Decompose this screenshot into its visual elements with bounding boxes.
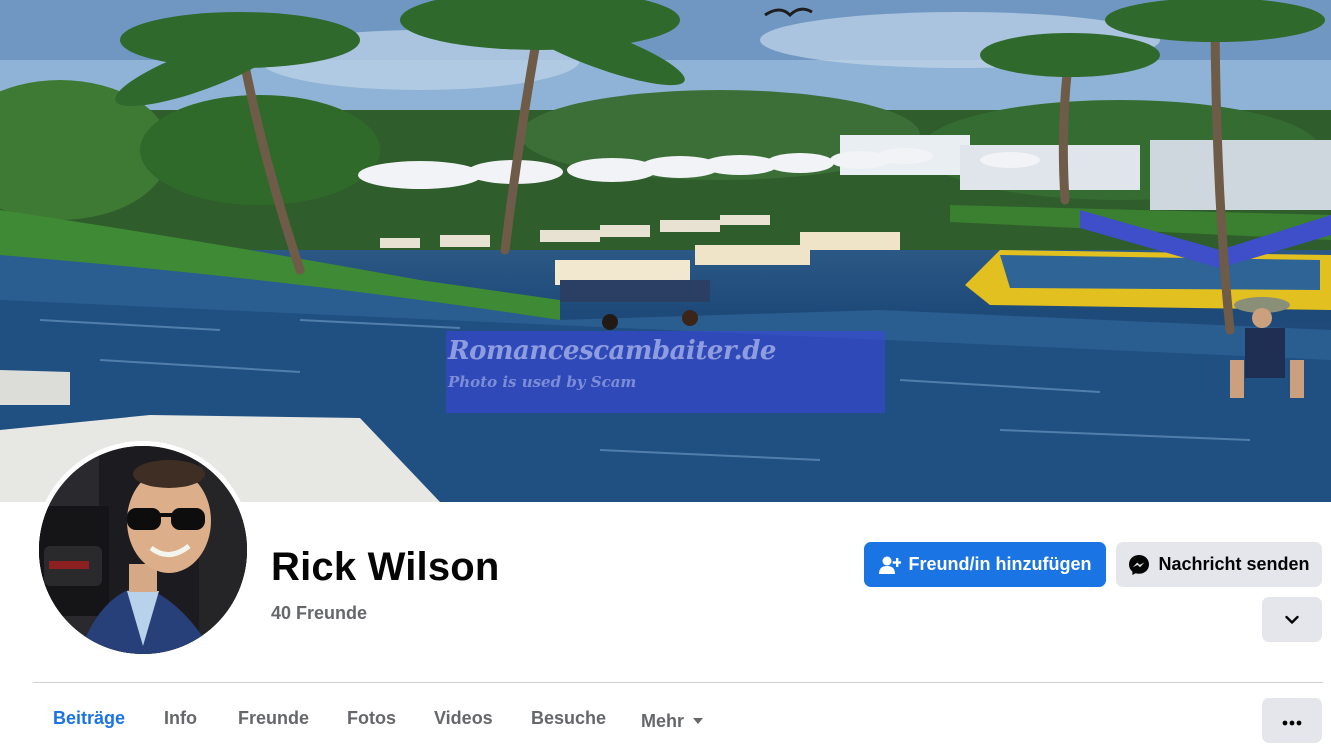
avatar-photo [39,446,247,654]
send-message-button[interactable]: Nachricht senden [1116,542,1322,587]
chevron-down-icon [1285,609,1299,630]
more-options-button[interactable] [1262,698,1322,743]
tab-freunde[interactable]: Freunde [238,708,309,734]
tab-mehr-label: Mehr [641,710,685,731]
tab-besuche[interactable]: Besuche [531,708,606,734]
profile-divider [33,682,1323,683]
more-dots-icon [1282,710,1302,731]
avatar-portrait [39,446,247,654]
watermark-subtext: Photo is used by Scam [448,373,637,391]
messenger-icon [1128,554,1150,576]
tab-mehr[interactable]: Mehr [641,708,704,734]
watermark-text: Romancescambaiter.de [448,336,776,366]
add-friend-icon [878,555,901,575]
tab-beitraege[interactable]: Beiträge [53,708,125,734]
profile-options-dropdown-button[interactable] [1262,597,1322,642]
caret-down-icon [692,717,704,725]
profile-avatar[interactable] [34,441,252,659]
cover-photo-scene [0,0,1331,502]
tab-fotos[interactable]: Fotos [347,708,396,734]
add-friend-label: Freund/in hinzufügen [908,554,1092,574]
send-message-label: Nachricht senden [1158,554,1310,574]
tab-info[interactable]: Info [164,708,197,734]
tab-videos[interactable]: Videos [434,708,493,734]
friends-count[interactable]: 40 Freunde [271,603,367,624]
add-friend-button[interactable]: Freund/in hinzufügen [864,542,1106,587]
profile-name: Rick Wilson [271,545,500,589]
cover-photo[interactable]: Romancescambaiter.de Photo is used by Sc… [0,0,1331,502]
